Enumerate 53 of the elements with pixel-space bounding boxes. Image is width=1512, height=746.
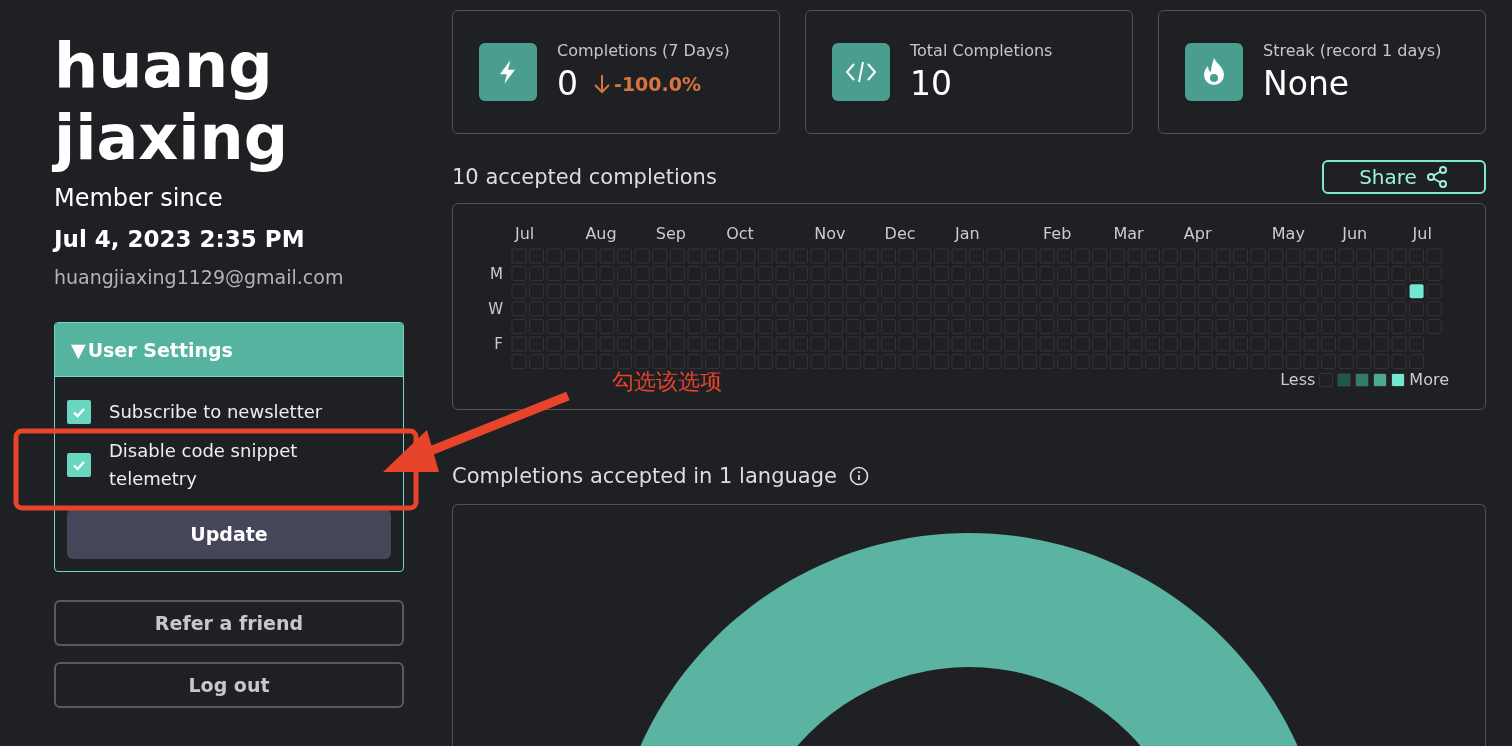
- stat-label: Total Completions: [910, 41, 1053, 60]
- expand-toggle: ▼: [71, 338, 86, 361]
- month-label: Nov: [814, 224, 846, 243]
- checkbox[interactable]: [67, 400, 91, 424]
- checkbox-label: Disable code snippet telemetry: [109, 439, 299, 491]
- month-label: Oct: [726, 224, 754, 243]
- stat-change: -100.0%: [614, 72, 702, 95]
- legend-swatch: [1337, 372, 1352, 387]
- email-text: huangjiaxing1129@gmail.com: [54, 266, 345, 288]
- stat-value: 10: [910, 64, 952, 103]
- annotation-text: 勾选该选项: [612, 368, 722, 396]
- month-label: Sep: [655, 224, 686, 243]
- code-icon: [844, 59, 878, 85]
- weekday-label: W: [487, 300, 503, 319]
- legend-more: More: [1409, 370, 1449, 390]
- outline-button[interactable]: Refer a friend: [54, 600, 404, 646]
- outline-button[interactable]: Log out: [54, 662, 404, 708]
- section-title: Completions accepted in 1 language: [452, 464, 837, 489]
- share-button[interactable]: Share: [1322, 160, 1486, 194]
- member-since-date: Jul 4, 2023 2:35 PM: [54, 225, 306, 254]
- month-label: Jul: [1412, 224, 1432, 243]
- month-label: Mar: [1113, 224, 1144, 243]
- weekday-label: F: [493, 335, 503, 354]
- member-since-label: Member since: [54, 183, 224, 214]
- stat-label: Completions (7 Days): [557, 41, 730, 60]
- share-icon: [1424, 165, 1449, 189]
- stat-value: None: [1263, 64, 1350, 103]
- month-label: Jul: [515, 224, 535, 243]
- month-label: Aug: [585, 224, 617, 243]
- section-title: 10 accepted completions: [452, 165, 717, 189]
- legend-swatch: [1355, 372, 1370, 387]
- flame-icon: [1202, 57, 1226, 87]
- month-label: Jun: [1342, 224, 1368, 243]
- checkbox[interactable]: [67, 453, 91, 477]
- legend-less: Less: [1280, 370, 1316, 390]
- arrow-down-icon: [592, 72, 612, 95]
- legend-swatch: [1373, 372, 1388, 387]
- weekday-label: M: [489, 265, 503, 284]
- check-icon: [72, 459, 86, 471]
- month-label: Feb: [1043, 224, 1072, 243]
- checkbox-label: Subscribe to newsletter: [109, 400, 323, 424]
- stat-label: Streak (record 1 days): [1263, 41, 1442, 60]
- info-icon[interactable]: [848, 466, 869, 487]
- month-label: Dec: [884, 224, 916, 243]
- legend-swatch: [1391, 372, 1406, 387]
- month-label: Apr: [1183, 224, 1212, 243]
- month-label: May: [1271, 224, 1305, 243]
- settings-title: User Settings: [87, 338, 233, 361]
- user-name: huang jiaxing: [54, 30, 290, 174]
- check-icon: [72, 406, 86, 418]
- update-button[interactable]: Update: [67, 509, 391, 559]
- month-label: Jan: [955, 224, 980, 243]
- stat-value: 0: [557, 64, 578, 103]
